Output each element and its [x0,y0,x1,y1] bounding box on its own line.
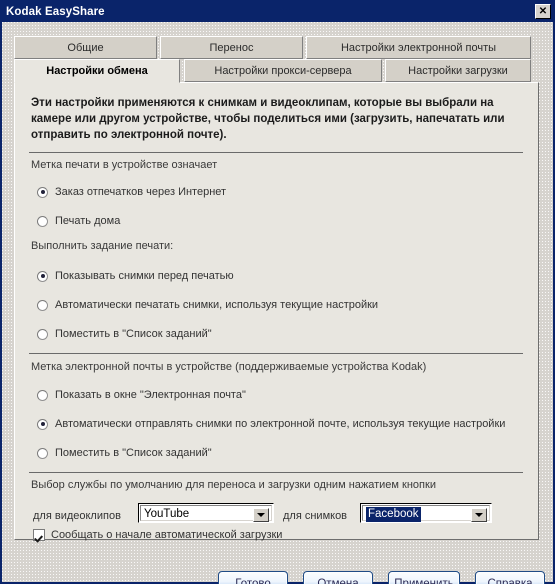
radio-label: Поместить в "Список заданий" [55,447,212,459]
radio-label: Автоматически печатать снимки, используя… [55,299,379,311]
checkbox-icon[interactable] [33,529,45,541]
tab-strip: Общие Перенос Настройки электронной почт… [14,36,539,83]
radio-icon[interactable] [37,447,48,459]
tab-obshchie[interactable]: Общие [14,36,157,59]
radio-order-prints-online[interactable]: Заказ отпечатков через Интернет [37,185,226,199]
close-icon[interactable]: ✕ [535,4,551,19]
radio-icon[interactable] [37,186,48,198]
radio-add-to-job-list-print[interactable]: Поместить в "Список заданий" [37,327,212,341]
tab-label: Настройки прокси-сервера [214,64,352,77]
tab-label: Настройки загрузки [408,64,508,77]
video-service-value: YouTube [144,508,190,520]
radio-label: Печать дома [55,215,121,227]
title-bar[interactable]: Kodak EasyShare ✕ [2,2,553,22]
radio-label: Показать в окне "Электронная почта" [55,389,246,401]
video-service-dropdown[interactable]: YouTube [138,503,274,523]
photo-service-dropdown[interactable]: Facebook [360,503,492,523]
notify-autoupload-checkbox-row[interactable]: Сообщать о начале автоматической загрузк… [33,529,282,541]
tab-label: Перенос [209,41,254,54]
photo-service-value: Facebook [366,507,421,522]
settings-panel: Эти настройки применяются к снимкам и ви… [14,82,539,541]
radio-icon[interactable] [37,270,48,282]
button-label: Отмена [317,577,359,584]
tab-label: Настройки электронной почты [340,41,497,54]
print-job-group-label: Выполнить задание печати: [31,240,174,252]
tab-proxy-settings[interactable]: Настройки прокси-сервера [184,59,382,82]
dialog-window: Kodak EasyShare ✕ Общие Перенос Настройк… [0,0,555,584]
radio-icon[interactable] [37,389,48,401]
window-title: Kodak EasyShare [6,6,105,18]
notify-autoupload-label: Сообщать о начале автоматической загрузк… [51,529,283,541]
radio-add-to-job-list-email[interactable]: Поместить в "Список заданий" [37,446,212,460]
tab-share-settings[interactable]: Настройки обмена [14,59,180,83]
radio-icon[interactable] [37,328,48,340]
tab-upload-settings[interactable]: Настройки загрузки [385,59,531,82]
photos-label: для снимков [283,510,348,522]
tab-perenos[interactable]: Перенос [160,36,303,59]
radio-print-at-home[interactable]: Печать дома [37,214,120,228]
radio-label: Поместить в "Список заданий" [55,328,212,340]
intro-text: Эти настройки применяются к снимкам и ви… [31,97,505,141]
radio-auto-print[interactable]: Автоматически печатать снимки, используя… [37,298,378,312]
dialog-body: Общие Перенос Настройки электронной почт… [2,22,553,584]
done-button[interactable]: Готово [218,571,288,584]
apply-button[interactable]: Применить [388,571,460,584]
email-group-label: Метка электронной почты в устройстве (по… [31,361,427,373]
separator-2 [29,353,523,354]
button-label: Справка [487,577,533,584]
radio-show-in-email-window[interactable]: Показать в окне "Электронная почта" [37,388,246,402]
radio-icon[interactable] [37,418,48,430]
print-mark-group-label: Метка печати в устройстве означает [31,159,218,171]
radio-label: Показывать снимки перед печатью [55,270,234,282]
cancel-button[interactable]: Отмена [303,571,373,584]
chevron-down-icon[interactable] [253,508,269,522]
kodak-easyshare-dialog: Kodak EasyShare ✕ Общие Перенос Настройк… [0,0,555,584]
video-clips-label: для видеоклипов [33,510,121,522]
chevron-down-icon[interactable] [471,508,487,522]
combo-inner: YouTube [140,505,272,522]
radio-icon[interactable] [37,215,48,227]
tab-label: Настройки обмена [46,65,148,77]
combo-inner: Facebook [362,505,490,522]
radio-auto-email[interactable]: Автоматически отправлять снимки по элект… [37,417,505,431]
separator-3 [29,472,523,473]
radio-icon[interactable] [37,299,48,311]
button-label: Применить [394,577,454,584]
help-button[interactable]: Справка [475,571,545,584]
tab-row-upper: Общие Перенос Настройки электронной почт… [14,36,539,59]
tab-row-lower: Настройки обмена Настройки прокси-сервер… [14,59,539,83]
tab-email-settings[interactable]: Настройки электронной почты [306,36,531,59]
radio-label: Заказ отпечатков через Интернет [55,186,227,198]
radio-show-before-print[interactable]: Показывать снимки перед печатью [37,269,234,283]
radio-label: Автоматически отправлять снимки по элект… [55,418,506,430]
service-group-label: Выбор службы по умолчанию для переноса и… [31,479,436,491]
button-label: Готово [235,577,271,584]
separator-1 [29,152,523,153]
tab-label: Общие [67,41,104,54]
